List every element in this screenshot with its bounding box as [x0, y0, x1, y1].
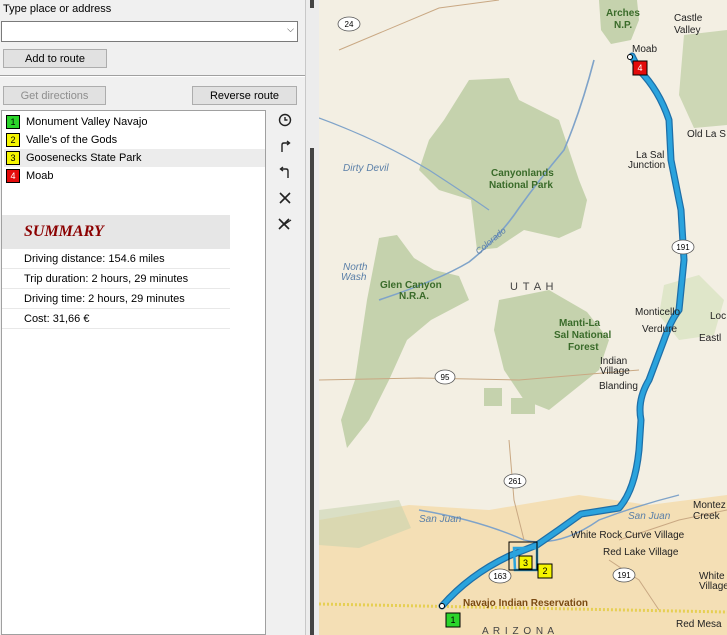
map-label: Loc [710, 311, 726, 322]
highway-shield-191: 191 [612, 567, 636, 583]
map-label: N.P. [614, 20, 632, 31]
map-marker-3[interactable]: 3 [518, 555, 533, 570]
route-stop-2[interactable]: 2 Valle's of the Gods [4, 131, 265, 149]
svg-text:2: 2 [542, 566, 547, 576]
map-label: Red Lake Village [603, 547, 679, 558]
forest-area [511, 398, 535, 414]
summary-cost: Cost: 31,66 € [2, 309, 230, 329]
map-label: U T A H [510, 281, 555, 293]
map-label: Arches [606, 8, 640, 19]
map-label: White Rock Curve Village [571, 530, 685, 541]
svg-text:95: 95 [441, 373, 450, 382]
highway-shield-261: 261 [503, 473, 527, 489]
map-marker-2[interactable]: 2 [537, 563, 553, 579]
map-label: National Park [489, 180, 553, 191]
svg-text:191: 191 [676, 243, 690, 252]
map-label: Dirty Devil [343, 163, 389, 174]
stop-marker-2: 2 [6, 133, 20, 147]
route-stop-4[interactable]: 4 Moab [4, 167, 265, 185]
map-marker-4[interactable]: 4 [632, 60, 648, 76]
map-label: A R I Z O N A [482, 626, 555, 635]
forest-area [484, 388, 502, 406]
reverse-route-button[interactable]: Reverse route [192, 86, 297, 105]
clock-icon[interactable] [274, 110, 296, 130]
highway-shield-95: 95 [434, 369, 456, 385]
map-label: Castle [674, 13, 703, 24]
map-label: Canyonlands [491, 168, 554, 179]
stop-name: Moab [26, 170, 54, 182]
svg-text:261: 261 [508, 477, 522, 486]
get-directions-button[interactable]: Get directions [3, 86, 106, 105]
map-label: Blanding [599, 381, 638, 392]
map-label: Forest [568, 342, 599, 353]
svg-text:4: 4 [637, 63, 642, 73]
map-label: Valley [674, 25, 701, 36]
svg-text:163: 163 [493, 572, 507, 581]
summary-driving-time: Driving time: 2 hours, 29 minutes [2, 289, 230, 309]
map-label: Wash [341, 272, 367, 283]
map-label: Navajo Indian Reservation [463, 598, 588, 609]
map-marker-1[interactable]: 1 [445, 612, 461, 628]
route-point [627, 54, 633, 60]
svg-text:191: 191 [617, 571, 631, 580]
turn-left-icon[interactable] [274, 162, 296, 182]
map-label: Village [699, 581, 727, 592]
svg-text:24: 24 [345, 20, 354, 29]
map-label: Old La S [687, 129, 726, 140]
chevron-down-icon[interactable]: ⌵ [287, 24, 294, 35]
summary-distance: Driving distance: 154.6 miles [2, 249, 230, 269]
address-combobox[interactable]: ⌵ [1, 21, 298, 42]
clear-route-icon[interactable] [274, 214, 296, 234]
trip-summary: SUMMARY Driving distance: 154.6 miles Tr… [2, 215, 230, 329]
map-label: Moab [632, 44, 657, 55]
svg-text:3: 3 [523, 558, 528, 568]
map-label: Glen Canyon [380, 280, 442, 291]
splitter-edge [310, 0, 314, 8]
panel-splitter[interactable] [305, 0, 319, 635]
svg-text:1: 1 [450, 615, 455, 625]
stop-marker-1: 1 [6, 115, 20, 129]
stop-marker-4: 4 [6, 169, 20, 183]
map-label: Red Mesa [676, 619, 722, 630]
highway-shield-191: 191 [671, 239, 695, 255]
map-view[interactable]: 24 191 191 95 261 163 Arches N.P. Castle… [319, 0, 727, 635]
route-panel: Type place or address ⌵ Add to route Get… [0, 0, 305, 635]
stop-marker-3: 3 [6, 151, 20, 165]
search-label: Type place or address [3, 3, 112, 15]
map-label: Verdure [642, 324, 677, 335]
summary-title: SUMMARY [2, 215, 230, 249]
highway-shield-163: 163 [488, 568, 512, 584]
add-to-route-button[interactable]: Add to route [3, 49, 107, 68]
splitter-edge [310, 148, 314, 635]
map-label: Creek [693, 511, 721, 522]
route-stop-1[interactable]: 1 Monument Valley Navajo [4, 113, 265, 131]
map-label: Monticello [635, 307, 680, 318]
route-point [439, 603, 445, 609]
map-label: San Juan [419, 514, 462, 525]
turn-right-icon[interactable] [274, 136, 296, 156]
map-label: Sal National [554, 330, 611, 341]
route-stop-3[interactable]: 3 Goosenecks State Park [4, 149, 265, 167]
stop-name: Goosenecks State Park [26, 152, 142, 164]
map-label: Village [600, 366, 630, 377]
map-label: Manti-La [559, 318, 601, 329]
summary-trip-duration: Trip duration: 2 hours, 29 minutes [2, 269, 230, 289]
map-canvas: 24 191 191 95 261 163 Arches N.P. Castle… [319, 0, 727, 635]
map-label: Montez [693, 500, 726, 511]
map-label: Junction [628, 160, 665, 171]
divider [0, 75, 305, 77]
map-label: San Juan [628, 511, 671, 522]
stop-name: Monument Valley Navajo [26, 116, 148, 128]
map-label: Eastl [699, 333, 721, 344]
stop-name: Valle's of the Gods [26, 134, 118, 146]
highway-shield-24: 24 [337, 16, 361, 32]
delete-icon[interactable] [274, 188, 296, 208]
map-label: N.R.A. [399, 291, 429, 302]
route-stop-list[interactable]: 1 Monument Valley Navajo 2 Valle's of th… [1, 110, 266, 635]
